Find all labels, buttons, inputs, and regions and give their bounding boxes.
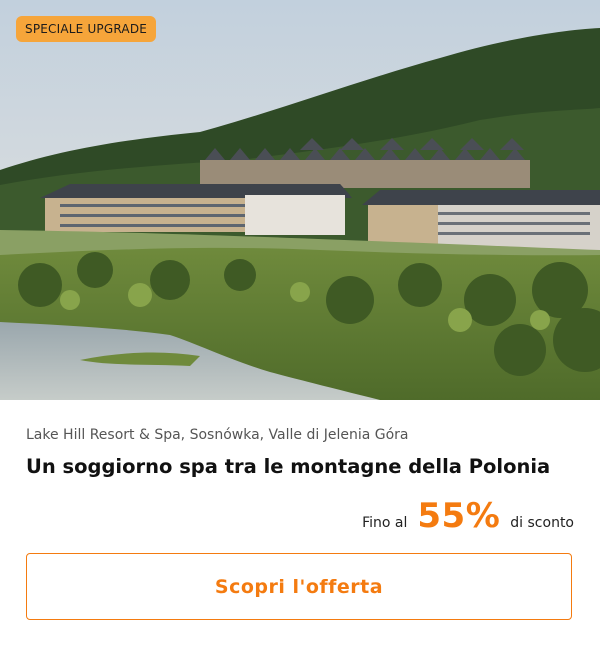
offer-location: Lake Hill Resort & Spa, Sosnówka, Valle … [26, 427, 409, 443]
discover-offer-button[interactable]: Scopri l'offerta [26, 553, 572, 620]
resort-photo[interactable]: SPECIALE UPGRADE [0, 0, 600, 400]
offer-card[interactable]: SPECIALE UPGRADE Lake Hill Resort & Spa,… [0, 0, 600, 648]
discount-suffix: di sconto [510, 515, 574, 531]
discount-info: Fino al 55% di sconto [362, 496, 574, 536]
discount-prefix: Fino al [362, 515, 408, 531]
discount-value: 55% [417, 496, 501, 536]
discover-offer-label: Scopri l'offerta [214, 575, 384, 598]
offer-details: Lake Hill Resort & Spa, Sosnówka, Valle … [26, 400, 574, 536]
offer-title[interactable]: Un soggiorno spa tra le montagne della P… [26, 455, 574, 478]
special-upgrade-badge: SPECIALE UPGRADE [16, 16, 157, 42]
